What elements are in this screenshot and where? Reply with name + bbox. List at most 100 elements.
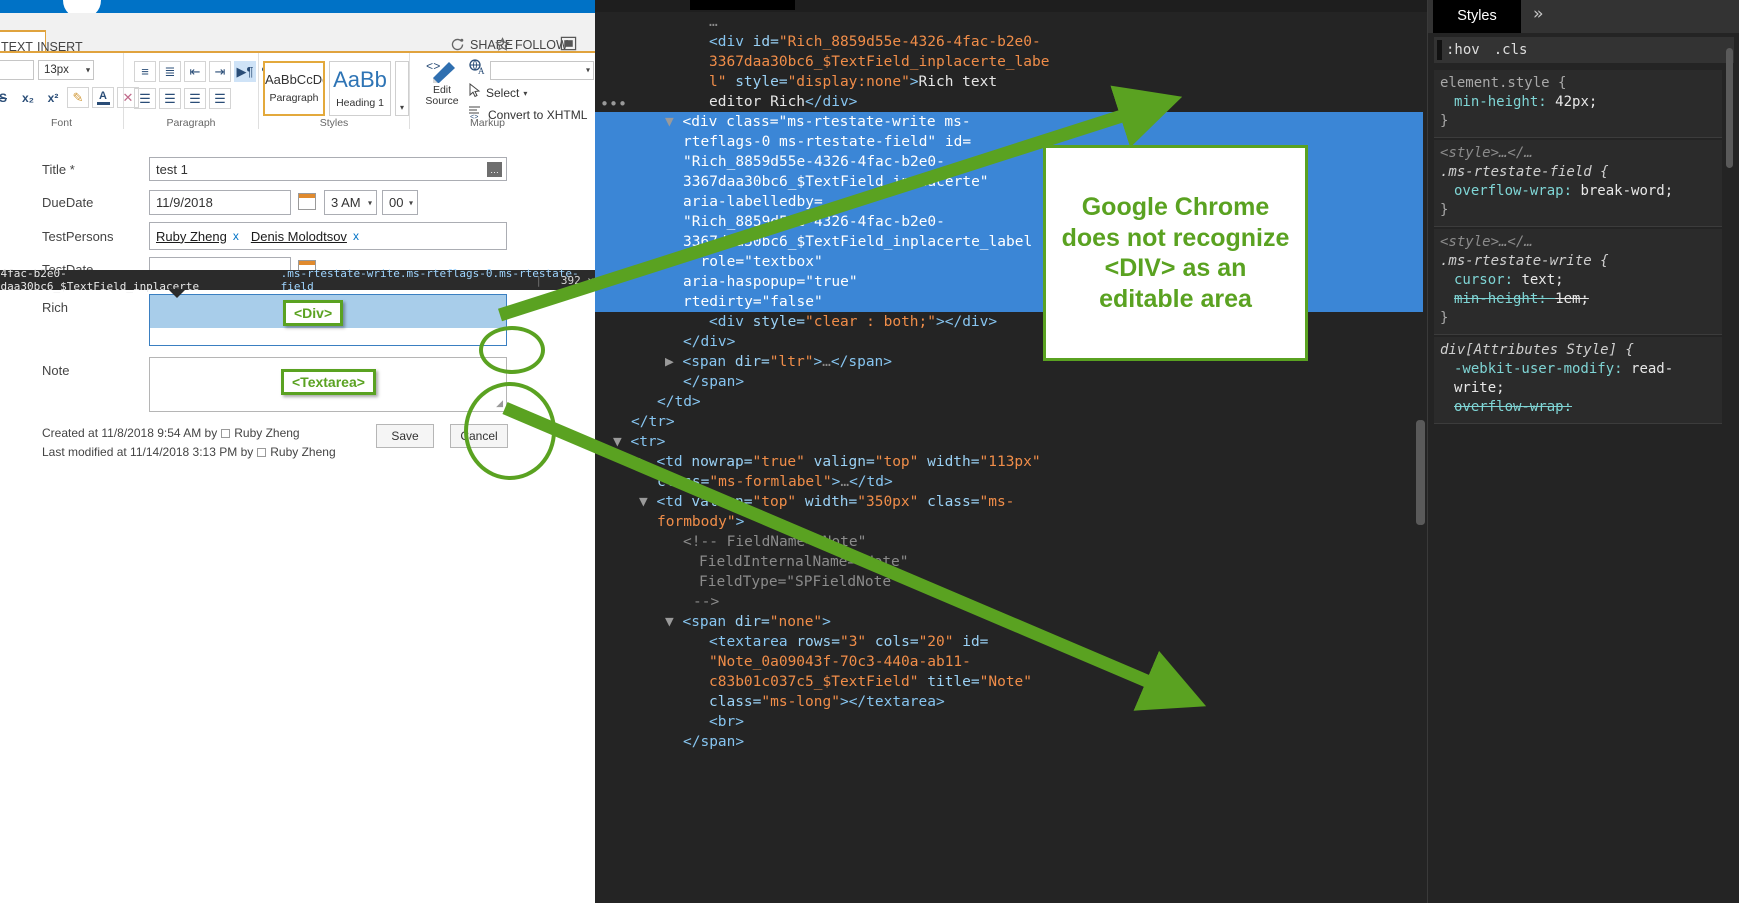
person-chip-1[interactable]: Denis Molodtsov [251,229,347,244]
dom-line[interactable]: <div id="Rich_8859d55e-4326-4fac-b2e0- [595,32,1423,52]
cls-toggle[interactable]: .cls [1494,41,1528,60]
increase-indent-button[interactable]: ⇥ [209,61,231,82]
align-center-button[interactable]: ☰ [159,88,181,109]
duedate-input[interactable]: 11/9/2018 [149,190,291,215]
styles-gallery-more-button[interactable]: ▾ [395,61,409,116]
title-input[interactable]: test 1 … [149,157,507,181]
style-rule-selector[interactable]: .ms-rtestate-field { [1440,163,1716,182]
style-rule[interactable]: <style>…</… .ms-rtestate-field {overflow-… [1434,140,1722,227]
ltr-direction-button[interactable]: ▶¶ [234,61,256,82]
edit-source-button[interactable]: <> Edit Source [418,59,466,107]
expand-triangle-icon[interactable]: ▶ [639,454,656,470]
annotation-circle-note [464,382,556,480]
hov-toggle[interactable]: :hov [1446,41,1480,60]
person-chip-0[interactable]: Ruby Zheng [156,229,227,244]
style-rule-source[interactable]: <style>…</… [1440,233,1716,252]
style-rule[interactable]: <style>…</… .ms-rtestate-write {cursor: t… [1434,229,1722,335]
title-builder-icon[interactable]: … [487,162,502,177]
style-rule-selector[interactable]: div[Attributes Style] { [1440,341,1716,360]
dom-token: " [683,254,692,270]
collapse-triangle-icon[interactable]: ▼ [665,614,682,630]
elements-scrollbar-lower[interactable] [1418,420,1425,525]
save-button[interactable]: Save [376,424,434,448]
dom-token: <span [682,354,735,370]
duedate-hour-select[interactable]: 3 AM ▾ [324,190,377,215]
dom-line[interactable]: ▼ <span dir="none"> [595,612,1423,632]
markup-language-select[interactable]: ▾ [490,60,594,80]
style-rule[interactable]: element.style {min-height: 42px;} [1434,70,1722,138]
styles-scrollbar[interactable] [1726,48,1733,168]
style-rule-selector[interactable]: element.style { [1440,74,1716,93]
decrease-indent-button[interactable]: ⇤ [184,61,206,82]
select-markup-button[interactable]: Select ▾ [468,82,527,103]
numbered-list-button[interactable]: ≣ [159,61,181,82]
person-remove-1[interactable]: x [353,229,359,243]
dom-line[interactable]: </span> [595,372,1423,392]
focus-on-content-button[interactable] [560,35,577,52]
font-color-button[interactable]: A [92,87,114,108]
style-property: -webkit-user-modify: [1454,361,1632,377]
style-paragraph[interactable]: AaBbCcDdE Paragraph [263,61,325,116]
style-declaration[interactable]: min-height: 42px; [1440,93,1716,112]
subscript-button[interactable]: x₂ [17,87,39,108]
dom-line[interactable]: 3367daa30bc6_$TextField_inplacerte_labe [595,52,1423,72]
dom-line[interactable]: class="ms-formlabel">…</td> [595,472,1423,492]
dom-line[interactable]: class="ms-long"></textarea> [595,692,1423,712]
dom-line[interactable]: <!-- FieldName="Note" [595,532,1423,552]
dom-token: rtedirty= [683,294,762,310]
strikethrough-button[interactable]: S [0,87,14,108]
style-rule-selector[interactable]: .ms-rtestate-write { [1440,252,1716,271]
duedate-calendar-icon[interactable] [298,193,316,210]
collapse-triangle-icon[interactable]: ▼ [613,434,630,450]
dom-line[interactable]: c83b01c037c5_$TextField" title="Note" [595,672,1423,692]
dom-line[interactable]: ▼ <td valign="top" width="350px" class="… [595,492,1423,512]
dom-line[interactable]: l" style="display:none">Rich text [595,72,1423,92]
created-user[interactable]: Ruby Zheng [234,426,299,440]
font-family-select[interactable]: ▾ [0,60,90,80]
dom-token: style= [752,314,806,330]
devtools-active-tab[interactable] [690,0,795,10]
dom-line[interactable]: formbody"> [595,512,1423,532]
follow-button[interactable]: FOLLOW [495,37,568,52]
dom-line[interactable]: "Note_0a09043f-70c3-440a-ab11- [595,652,1423,672]
style-declaration[interactable]: -webkit-user-modify: read-write; [1440,360,1716,398]
style-declaration[interactable]: overflow-wrap: break-word; [1440,182,1716,201]
dom-line[interactable]: <textarea rows="3" cols="20" id= [595,632,1423,652]
dom-line[interactable]: FieldType="SPFieldNote" [595,572,1423,592]
duedate-minute-select[interactable]: 00 ▾ [382,190,418,215]
style-declaration[interactable]: overflow-wrap: [1440,398,1716,417]
modified-user[interactable]: Ruby Zheng [270,445,335,459]
tab-styles[interactable]: Styles [1433,0,1521,33]
font-size-select[interactable]: 13px ▾ [38,60,94,80]
style-declaration[interactable]: cursor: text; [1440,271,1716,290]
dom-line[interactable]: </td> [595,392,1423,412]
dom-line[interactable]: FieldInternalName="Note" [595,552,1423,572]
styles-more-tabs-icon[interactable]: » [1533,5,1543,24]
dom-line[interactable]: --> [595,592,1423,612]
align-left-button[interactable]: ☰ [134,88,156,109]
style-declaration[interactable]: min-height: 1em; [1440,290,1716,309]
dom-line[interactable]: </tr> [595,412,1423,432]
dom-line[interactable]: ▶ <td nowrap="true" valign="top" width="… [595,452,1423,472]
dom-line[interactable]: </span> [595,732,1423,752]
bullet-list-button[interactable]: ≡ [134,61,156,82]
expand-triangle-icon[interactable]: ▶ [665,354,682,370]
collapse-triangle-icon[interactable]: ▼ [639,494,656,510]
superscript-button[interactable]: x² [42,87,64,108]
person-remove-0[interactable]: x [233,229,239,243]
dom-line[interactable]: editor Rich</div> [595,92,1423,112]
style-rule-source[interactable]: <style>…</… [1440,144,1716,163]
dom-line[interactable]: <br> [595,712,1423,732]
dom-line[interactable]: … [595,12,1423,32]
justify-button[interactable]: ☰ [209,88,231,109]
align-right-button[interactable]: ☰ [184,88,206,109]
dom-line[interactable]: ▼ <tr> [595,432,1423,452]
duedate-minute-value: 00 [389,195,404,210]
testpersons-input[interactable]: Ruby Zheng x Denis Molodtsov x [149,222,507,250]
dom-line[interactable]: ▼ <div class="ms-rtestate-write ms- [595,112,1423,132]
style-rule[interactable]: div[Attributes Style] {-webkit-user-modi… [1434,337,1722,424]
collapse-triangle-icon[interactable]: ▼ [665,114,682,130]
dom-token: role= [691,254,745,270]
style-heading-1[interactable]: AaBb Heading 1 [329,61,391,116]
text-highlight-button[interactable]: ✎ [67,87,89,108]
